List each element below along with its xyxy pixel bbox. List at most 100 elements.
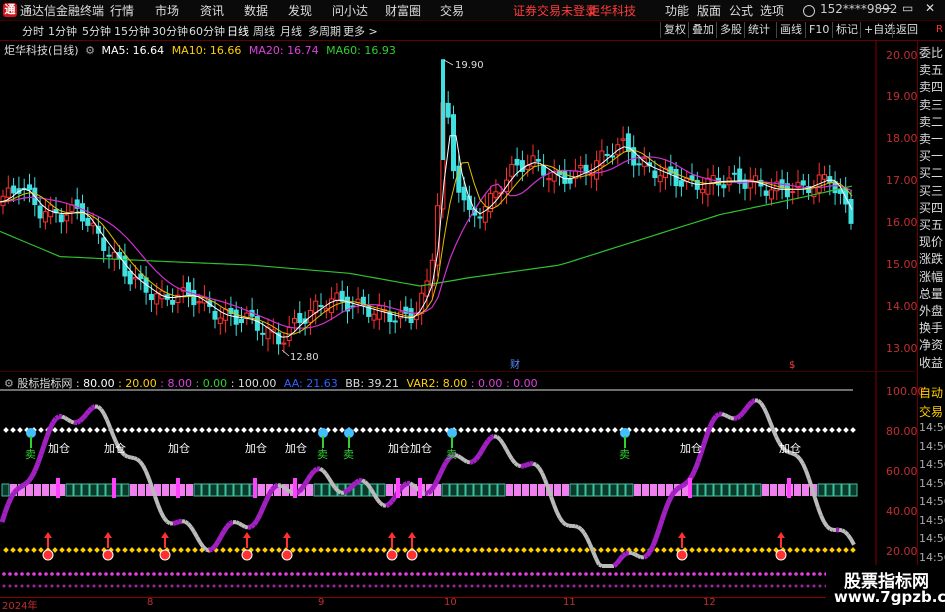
menu-layout[interactable]: 版面 — [697, 2, 721, 19]
app-title: 通达信金融终端 — [20, 2, 104, 19]
stats-button[interactable]: 统计 — [744, 22, 773, 38]
period-bar: 分时 1分钟 5分钟 15分钟 30分钟 60分钟 日线 周线 月线 多周期 更… — [0, 21, 945, 41]
menu-news[interactable]: 资讯 — [200, 2, 224, 19]
quote-label-16: 换手 — [919, 319, 945, 336]
add-position-label: 加仓 — [48, 441, 70, 455]
y-tick-13: 13.00 — [886, 342, 918, 355]
watermark: 股票指标网 www.7gpzb.com — [826, 565, 945, 609]
period-15min[interactable]: 15分钟 — [114, 23, 150, 39]
trade-tick-9: 14:56 — [919, 551, 945, 564]
overlay-button[interactable]: 叠加 — [688, 22, 717, 38]
quote-label-0: 委比 — [919, 44, 945, 61]
sell-signal-label: 卖 — [619, 448, 630, 461]
draw-line-button[interactable]: 画线 — [776, 22, 805, 38]
finance-event-marker[interactable]: 财 — [510, 358, 520, 370]
quote-label-10: 买五 — [919, 216, 945, 233]
back-button[interactable]: 返回 — [892, 22, 921, 38]
multi-stock-button[interactable]: 多股 — [716, 22, 745, 38]
app-logo-icon: 通 — [3, 3, 17, 17]
low-price-annotation: 12.80 — [290, 352, 319, 363]
trade-tick-0[interactable]: 自动 — [919, 384, 945, 401]
indicator-marks: 加仓加仓加仓加仓加仓加仓加仓加仓加仓卖卖卖卖卖 — [2, 400, 857, 587]
trade-tick-6: 14:56 — [919, 495, 945, 508]
quote-label-8: 买三 — [919, 182, 945, 199]
menu-market[interactable]: 市场 — [155, 2, 179, 19]
f10-button[interactable]: F10 — [805, 22, 832, 38]
add-position-label: 加仓 — [779, 441, 801, 455]
y-tick-14: 14.00 — [886, 300, 918, 313]
menu-quotes[interactable]: 行情 — [110, 2, 134, 19]
period-intraday[interactable]: 分时 — [22, 23, 44, 39]
x-tick-sep: 9 — [318, 597, 324, 608]
price-chart[interactable]: 19.90 12.80 财 $ — [0, 40, 915, 370]
user-icon[interactable] — [803, 5, 815, 17]
menu-discover[interactable]: 发现 — [288, 2, 312, 19]
dividend-event-marker[interactable]: $ — [789, 360, 795, 370]
sell-signal-label: 卖 — [343, 448, 354, 461]
x-tick-dec: 12 — [703, 597, 716, 608]
quote-label-7: 买二 — [919, 164, 945, 181]
period-5min[interactable]: 5分钟 — [82, 23, 111, 39]
quote-label-11: 现价 — [919, 233, 945, 250]
minimize-icon[interactable]: — — [880, 1, 892, 15]
quote-label-14: 总量 — [919, 285, 945, 302]
y-tick-19: 19.00 — [886, 90, 918, 103]
trade-tick-1[interactable]: 交易 — [919, 403, 945, 420]
menu-function[interactable]: 功能 — [665, 2, 689, 19]
trade-login-warning[interactable]: 证券交易未登录 — [513, 2, 597, 19]
sell-signal-label: 卖 — [317, 448, 328, 461]
period-60min[interactable]: 60分钟 — [189, 23, 225, 39]
quote-label-18: 收益 — [919, 354, 945, 371]
menu-wealth[interactable]: 财富圈 — [385, 2, 421, 19]
trade-tick-3: 14:56 — [919, 440, 945, 453]
watermark-line2: www.7gpzb.com — [834, 588, 945, 606]
period-daily[interactable]: 日线 — [227, 23, 249, 39]
adjust-button[interactable]: 复权 — [660, 22, 689, 38]
period-30min[interactable]: 30分钟 — [152, 23, 188, 39]
sub-y-tick-60: 60.00 — [886, 465, 918, 478]
add-position-label: 加仓 — [388, 441, 410, 455]
maximize-icon[interactable]: ▭ — [902, 1, 913, 15]
add-position-label: 加仓 — [285, 441, 307, 455]
close-icon[interactable]: ✕ — [925, 1, 935, 15]
quote-label-17: 净资 — [919, 336, 945, 353]
sell-signal-label: 卖 — [25, 448, 36, 461]
x-tick-oct: 10 — [444, 597, 457, 608]
sub-y-tick-80: 80.00 — [886, 425, 918, 438]
y-tick-20: 20.00 — [886, 49, 918, 62]
x-axis-line — [0, 597, 876, 598]
menu-options[interactable]: 选项 — [760, 2, 784, 19]
menu-bar: 通 通达信金融终端 行情 市场 资讯 数据 发现 问小达 财富圈 交易 证券交易… — [0, 0, 945, 21]
period-multi[interactable]: 多周期 — [308, 23, 341, 39]
y-tick-17: 17.00 — [886, 174, 918, 187]
menu-formula[interactable]: 公式 — [729, 2, 753, 19]
period-weekly[interactable]: 周线 — [253, 23, 275, 39]
quote-label-5: 卖一 — [919, 130, 945, 147]
current-stock-name: 炬华科技 — [588, 2, 636, 19]
period-1min[interactable]: 1分钟 — [48, 23, 77, 39]
add-position-label: 加仓 — [245, 441, 267, 455]
menu-trade[interactable]: 交易 — [440, 2, 464, 19]
add-position-label: 加仓 — [168, 441, 190, 455]
indicator-chart[interactable]: 加仓加仓加仓加仓加仓加仓加仓加仓加仓卖卖卖卖卖 — [0, 371, 915, 597]
sub-y-tick-20: 20.00 — [886, 545, 918, 558]
high-price-annotation: 19.90 — [455, 60, 484, 71]
trade-tick-7: 14:56 — [919, 514, 945, 527]
quote-label-1: 卖五 — [919, 61, 945, 78]
y-tick-18: 18.00 — [886, 132, 918, 145]
trade-tick-5: 14:56 — [919, 477, 945, 490]
quote-label-15: 外盘 — [919, 302, 945, 319]
x-tick-nov: 11 — [563, 597, 576, 608]
trade-tick-8: 14:56 — [919, 532, 945, 545]
ma5-line — [0, 136, 852, 337]
quote-label-13: 涨幅 — [919, 268, 945, 285]
y-tick-16: 16.00 — [886, 216, 918, 229]
period-more[interactable]: 更多 > — [343, 23, 378, 39]
quote-label-3: 卖三 — [919, 96, 945, 113]
x-tick-aug: 8 — [147, 597, 153, 608]
trade-tick-4: 14:56 — [919, 458, 945, 471]
period-monthly[interactable]: 月线 — [280, 23, 302, 39]
mark-button[interactable]: 标记 — [832, 22, 861, 38]
menu-data[interactable]: 数据 — [244, 2, 268, 19]
menu-ask[interactable]: 问小达 — [332, 2, 368, 19]
